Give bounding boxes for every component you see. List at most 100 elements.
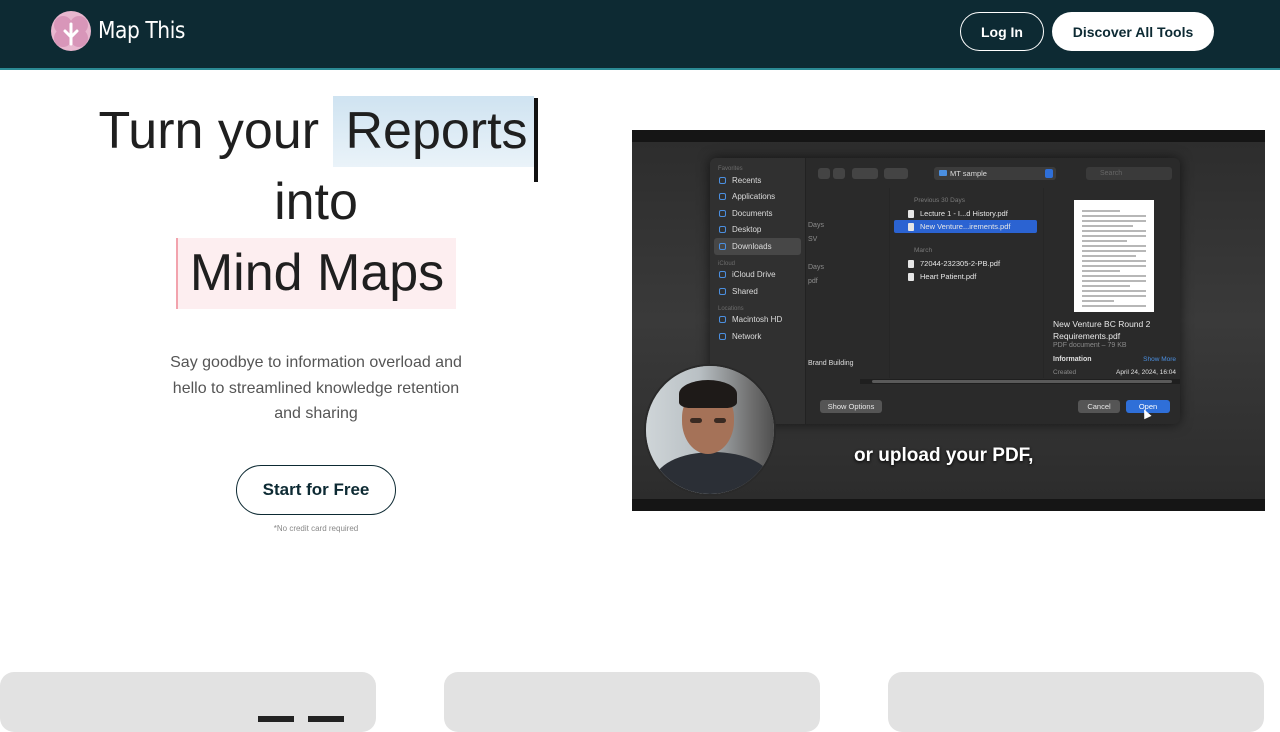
sidebar-item-downloads: Downloads — [714, 238, 801, 255]
file-name: 72044-232305-2-PB.pdf — [920, 259, 1001, 268]
show-more-link: Show More — [1143, 356, 1176, 363]
pdf-file-icon — [908, 259, 914, 268]
path-label: MT sample — [950, 169, 987, 178]
brand-logo[interactable]: Map This — [50, 10, 197, 52]
file-group-header: March — [914, 247, 933, 254]
back-icon — [818, 168, 830, 179]
sidebar-item-documents: Documents — [710, 205, 805, 222]
typing-cursor — [533, 98, 538, 182]
applications-icon — [719, 193, 726, 201]
dialog-search-field: Search — [1086, 167, 1172, 180]
path-dropdown: MT sample — [934, 167, 1056, 180]
column-view-icon — [852, 168, 878, 179]
preview-file-meta: PDF document – 79 KB — [1053, 342, 1127, 349]
clock-icon — [719, 176, 726, 184]
pdf-thumbnail — [1074, 200, 1154, 312]
pdf-file-icon — [908, 222, 914, 231]
sidebar-item-icloud-drive: iCloud Drive — [710, 267, 805, 284]
file-preview-pane: New Venture BC Round 2 Requirements.pdf … — [1047, 188, 1180, 378]
sidebar-item-shared: Shared — [710, 283, 805, 300]
site-header: Map This Log In Discover All Tools — [0, 0, 1280, 70]
created-value: April 24, 2024, 16:04 — [1116, 369, 1176, 376]
shared-folder-icon — [719, 287, 726, 295]
sidebar-item-label: Network — [732, 331, 762, 341]
preview-info-label: Information — [1053, 356, 1092, 363]
network-icon — [719, 332, 726, 340]
feature-card-1 — [0, 672, 376, 732]
feature-card-3 — [888, 672, 1264, 732]
download-icon — [719, 242, 726, 250]
presenter-webcam-bubble — [644, 364, 776, 496]
desktop-icon — [719, 226, 726, 234]
logo-flower-icon — [51, 11, 91, 51]
presenter-eye — [714, 418, 726, 423]
sidebar-item-desktop: Desktop — [710, 222, 805, 239]
video-frame: Favorites Recents Applications Documents… — [632, 142, 1265, 499]
file-open-dialog: Favorites Recents Applications Documents… — [710, 158, 1180, 424]
finder-column-files: Previous 30 Days Lecture 1 - I...d Histo… — [894, 188, 1044, 378]
file-item: Lecture 1 - I...d History.pdf — [894, 207, 1037, 220]
file-group-header: Previous 30 Days — [914, 197, 965, 204]
card-graphic — [258, 716, 344, 724]
sidebar-item-label: Documents — [732, 208, 773, 218]
show-options-button: Show Options — [820, 400, 882, 413]
dialog-toolbar: MT sample Search — [806, 158, 1180, 188]
document-icon — [719, 209, 726, 217]
column-text: Days — [808, 222, 824, 229]
column-text: Days — [808, 264, 824, 271]
column-text: SV — [808, 236, 818, 243]
dialog-footer: Show Options Cancel Open — [806, 390, 1180, 424]
headline-line-2: into — [274, 173, 358, 231]
file-item-selected: New Venture...irements.pdf — [894, 220, 1037, 233]
horizontal-scrollbar — [860, 379, 1180, 384]
preview-file-title: New Venture BC Round 2 Requirements.pdf — [1053, 319, 1151, 341]
chevron-updown-icon — [1045, 169, 1053, 178]
file-item: 72044-232305-2-PB.pdf — [894, 257, 1037, 270]
brand-name: Map This — [98, 18, 185, 44]
sidebar-item-recents: Recents — [710, 172, 805, 189]
headline-line-3: Mind Maps — [40, 238, 592, 309]
sidebar-item-label: Downloads — [732, 241, 772, 251]
folder-icon — [939, 170, 947, 176]
headline-highlight-mind-maps: Mind Maps — [175, 238, 457, 309]
file-item: Heart Patient.pdf — [894, 270, 1037, 283]
sidebar-item-label: Applications — [732, 192, 776, 202]
disk-icon — [719, 316, 726, 324]
pdf-file-icon — [908, 272, 914, 281]
headline-highlight-reports: Reports — [333, 96, 538, 182]
headline-line-1: Turn your Reports — [40, 96, 592, 182]
cancel-button: Cancel — [1078, 400, 1120, 413]
sidebar-item-label: Desktop — [732, 225, 762, 235]
hero-headline: Turn your Reports into Mind Maps — [40, 96, 592, 309]
sidebar-item-macintosh-hd: Macintosh HD — [710, 312, 805, 329]
headline-word-reports: Reports — [345, 102, 528, 160]
login-button[interactable]: Log In — [960, 12, 1044, 51]
discover-all-tools-button[interactable]: Discover All Tools — [1052, 12, 1214, 51]
headline-text-turn-your: Turn your — [98, 102, 320, 160]
finder-column-left: Days SV Days pdf Brand Building — [806, 188, 890, 378]
sidebar-item-label: iCloud Drive — [732, 270, 776, 280]
sidebar-item-applications: Applications — [710, 189, 805, 206]
created-label: Created — [1053, 369, 1077, 376]
sidebar-item-network: Network — [710, 328, 805, 345]
sidebar-item-label: Macintosh HD — [732, 315, 783, 325]
demo-video-player[interactable]: Favorites Recents Applications Documents… — [632, 130, 1265, 511]
sidebar-item-label: Recents — [732, 175, 762, 185]
file-name: Lecture 1 - I...d History.pdf — [920, 209, 1008, 218]
file-name: Heart Patient.pdf — [920, 272, 977, 281]
feature-card-2 — [444, 672, 820, 732]
sidebar-item-label: Shared — [732, 286, 758, 296]
start-for-free-button[interactable]: Start for Free — [236, 465, 396, 515]
cloud-icon — [719, 271, 726, 279]
presenter-hair — [679, 380, 737, 408]
video-caption: or upload your PDF, — [854, 445, 1034, 466]
grid-view-icon — [884, 168, 908, 179]
no-credit-card-note: *No credit card required — [273, 524, 359, 533]
forward-icon — [833, 168, 845, 179]
pdf-file-icon — [908, 209, 914, 218]
column-text: pdf — [808, 278, 818, 285]
file-name: New Venture...irements.pdf — [920, 222, 1011, 231]
column-text: Brand Building — [808, 360, 854, 367]
presenter-eye — [690, 418, 702, 423]
hero-subtitle: Say goodbye to information overload and … — [170, 354, 462, 422]
